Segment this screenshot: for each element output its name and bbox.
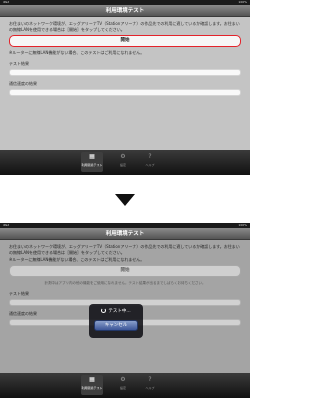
- tab-label: ヘルプ: [145, 386, 155, 390]
- tab-label: 利用環境テスト: [81, 163, 103, 167]
- tab-environment-test[interactable]: ▦ 利用環境テスト: [81, 152, 103, 172]
- page-title: 利用環境テスト: [105, 231, 145, 237]
- tab-label: ヘルプ: [145, 163, 155, 167]
- screen-before-test: iPad 100% 利用環境テスト お住まいのネットワーク環境が、エッグアリーナ…: [0, 0, 250, 175]
- tab-label: 設定: [119, 386, 126, 390]
- tab-settings[interactable]: ⚙ 設定: [112, 375, 134, 395]
- progress-text: テスト中...: [108, 309, 131, 314]
- tab-environment-test[interactable]: ▦ 利用環境テスト: [81, 375, 103, 395]
- status-bar: iPad 100%: [0, 223, 250, 228]
- tab-help[interactable]: ? ヘルプ: [139, 375, 161, 395]
- status-bar: iPad 100%: [0, 0, 250, 5]
- gear-icon: ⚙: [120, 376, 126, 383]
- help-icon: ?: [148, 376, 152, 383]
- nav-bar: 利用環境テスト: [0, 228, 250, 240]
- tab-help[interactable]: ? ヘルプ: [139, 152, 161, 172]
- progress-row: テスト中...: [89, 308, 143, 316]
- tab-label: 設定: [119, 163, 126, 167]
- test-result-label: テスト結果: [9, 61, 29, 66]
- help-icon: ?: [148, 153, 152, 160]
- spinner-icon: [101, 308, 107, 313]
- battery-text: 100%: [238, 223, 247, 227]
- grid-icon: ▦: [89, 153, 95, 160]
- notice-text: お住まいのネットワーク環境が、エッグアリーナTV（Stationアリーナ）の作品…: [9, 21, 240, 32]
- content-area: お住まいのネットワーク環境が、エッグアリーナTV（Stationアリーナ）の作品…: [0, 17, 250, 150]
- tab-settings[interactable]: ⚙ 設定: [112, 152, 134, 172]
- gear-icon: ⚙: [120, 153, 126, 160]
- nav-bar: 利用環境テスト: [0, 5, 250, 17]
- tab-label: 利用環境テスト: [81, 386, 103, 390]
- test-result-field: [9, 69, 241, 76]
- speed-result-field: [9, 89, 241, 96]
- down-arrow-icon: [115, 194, 135, 206]
- warning-text: ※ルーターに無線LAN機能がない場合、このテストはご利用になれません。: [9, 50, 145, 55]
- progress-dialog: テスト中... キャンセル: [89, 304, 143, 338]
- screen-during-test: iPad 100% 利用環境テスト お住まいのネットワーク環境が、エッグアリーナ…: [0, 223, 250, 398]
- status-left-text: iPad: [3, 0, 10, 4]
- status-left-text: iPad: [3, 223, 10, 227]
- grid-icon: ▦: [89, 376, 95, 383]
- start-button[interactable]: 開始: [9, 35, 241, 47]
- tab-bar: ▦ 利用環境テスト ⚙ 設定 ? ヘルプ: [0, 150, 250, 175]
- tab-bar: ▦ 利用環境テスト ⚙ 設定 ? ヘルプ: [0, 373, 250, 398]
- page-title: 利用環境テスト: [105, 8, 145, 14]
- battery-text: 100%: [238, 0, 247, 4]
- cancel-button[interactable]: キャンセル: [94, 320, 138, 331]
- speed-result-label: 通信速度の結果: [9, 81, 37, 86]
